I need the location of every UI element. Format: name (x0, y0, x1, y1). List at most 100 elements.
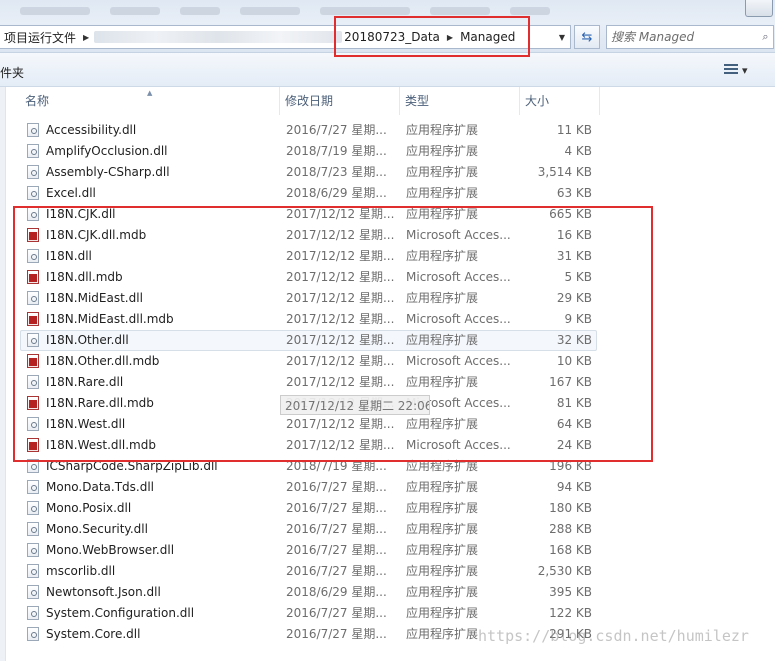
file-type: 应用程序扩展 (406, 543, 479, 557)
file-row[interactable]: Accessibility.dll 2016/7/27 星期... 应用程序扩展 11… (0, 120, 775, 141)
blurred-title-text (110, 7, 160, 15)
file-row[interactable]: Mono.Security.dll 2016/7/27 星期... 应用程序扩展 28… (0, 519, 775, 540)
column-header-size[interactable]: 大小 (520, 87, 600, 115)
file-date: 2018/7/23 星期... (286, 165, 387, 179)
refresh-icon: ⇆ (581, 29, 593, 45)
refresh-button[interactable]: ⇆ (574, 25, 600, 49)
file-row[interactable]: Mono.Posix.dll 2016/7/27 星期... 应用程序扩展 180 K… (0, 498, 775, 519)
column-header-date[interactable]: 修改日期 (280, 87, 400, 115)
file-size: 3,514 KB (537, 165, 592, 179)
file-name: System.Core.dll (46, 627, 141, 641)
breadcrumb-item[interactable]: 项目运行文件 (0, 29, 80, 46)
view-list-icon (724, 64, 738, 76)
file-row[interactable]: System.Configuration.dll 2016/7/27 星期... 应… (0, 603, 775, 624)
file-row[interactable]: I18N.Other.dll.mdb 2017/12/12 星期... Micros… (0, 351, 775, 372)
view-options-button[interactable]: ▾ (724, 62, 762, 78)
file-row[interactable]: Newtonsoft.Json.dll 2018/6/29 星期... 应用程序扩展… (0, 582, 775, 603)
dll-file-icon (27, 375, 41, 390)
file-name: I18N.West.dll (46, 417, 126, 431)
dll-file-icon (27, 249, 41, 264)
breadcrumb-current[interactable]: Managed (456, 30, 519, 44)
file-date: 2018/7/19 星期... (286, 144, 387, 158)
file-type: 应用程序扩展 (406, 585, 479, 599)
file-type: Microsoft Acces... (406, 228, 511, 242)
watermark: https://blog.csdn.net/humilezr (478, 627, 749, 645)
file-row[interactable]: I18N.West.dll.mdb 2017/12/12 星期... Microso… (0, 435, 775, 456)
access-file-icon (27, 354, 41, 369)
file-date: 2018/7/19 星期... (286, 459, 387, 473)
window-title-strip (0, 0, 775, 22)
file-name: I18N.Other.dll.mdb (46, 354, 160, 368)
file-row[interactable]: Excel.dll 2018/6/29 星期... 应用程序扩展 63 KB (0, 183, 775, 204)
breadcrumb-item[interactable]: 20180723_Data (344, 30, 444, 44)
access-file-icon (27, 228, 41, 243)
file-name: ICSharpCode.SharpZipLib.dll (46, 459, 218, 473)
file-row[interactable]: I18N.Rare.dll 2017/12/12 星期... 应用程序扩展 167 K… (0, 372, 775, 393)
file-name: I18N.dll.mdb (46, 270, 123, 284)
chevron-down-icon: ▾ (742, 63, 748, 77)
dll-file-icon (27, 564, 41, 579)
file-type: Microsoft Acces... (406, 354, 511, 368)
file-row[interactable]: I18N.dll 2017/12/12 星期... 应用程序扩展 31 KB (0, 246, 775, 267)
file-name: I18N.Other.dll (46, 333, 129, 347)
breadcrumb-arrow-icon[interactable]: ▶ (80, 33, 92, 42)
file-row[interactable]: AmplifyOcclusion.dll 2018/7/19 星期... 应用程序扩… (0, 141, 775, 162)
breadcrumb-arrow-icon[interactable]: ▶ (444, 33, 456, 42)
file-name: I18N.Rare.dll (46, 375, 124, 389)
file-type: 应用程序扩展 (406, 480, 479, 494)
file-type: 应用程序扩展 (406, 144, 479, 158)
search-box[interactable]: ⌕ (606, 25, 774, 49)
file-row[interactable]: I18N.MidEast.dll 2017/12/12 星期... 应用程序扩展 29… (0, 288, 775, 309)
file-date: 2016/7/27 星期... (286, 606, 387, 620)
file-size: 395 KB (549, 585, 592, 599)
search-icon[interactable]: ⌕ (755, 30, 773, 44)
file-name: Mono.WebBrowser.dll (46, 543, 175, 557)
file-row[interactable]: I18N.MidEast.dll.mdb 2017/12/12 星期... Micr… (0, 309, 775, 330)
dll-file-icon (27, 333, 41, 348)
file-size: 2,530 KB (537, 564, 592, 578)
window-close-button[interactable] (745, 0, 773, 17)
file-row[interactable]: I18N.West.dll 2017/12/12 星期... 应用程序扩展 64 KB (0, 414, 775, 435)
file-row[interactable]: ICSharpCode.SharpZipLib.dll 2018/7/19 星期.… (0, 456, 775, 477)
file-row[interactable]: I18N.CJK.dll.mdb 2017/12/12 星期... Microsof… (0, 225, 775, 246)
file-name: Mono.Security.dll (46, 522, 148, 536)
file-name: Newtonsoft.Json.dll (46, 585, 161, 599)
file-date: 2017/12/12 星期... (286, 249, 394, 263)
file-size: 665 KB (549, 207, 592, 221)
file-type: 应用程序扩展 (406, 165, 479, 179)
file-size: 288 KB (549, 522, 592, 536)
dll-file-icon (27, 459, 41, 474)
blurred-breadcrumb (94, 31, 343, 43)
access-file-icon (27, 438, 41, 453)
dll-file-icon (27, 501, 41, 516)
file-name: mscorlib.dll (46, 564, 116, 578)
file-type: 应用程序扩展 (406, 186, 479, 200)
file-size: 4 KB (564, 144, 592, 158)
file-date: 2017/12/12 星期... (286, 417, 394, 431)
dll-file-icon (27, 585, 41, 600)
file-name: Excel.dll (46, 186, 96, 200)
file-row[interactable]: Mono.WebBrowser.dll 2016/7/27 星期... 应用程序扩展… (0, 540, 775, 561)
file-row[interactable]: I18N.CJK.dll 2017/12/12 星期... 应用程序扩展 665 KB (0, 204, 775, 225)
search-input[interactable] (607, 28, 755, 46)
file-row[interactable]: I18N.Other.dll 2017/12/12 星期... 应用程序扩展 32 K… (0, 330, 775, 351)
file-name: I18N.dll (46, 249, 92, 263)
column-header-type[interactable]: 类型 (400, 87, 520, 115)
file-row[interactable]: I18N.dll.mdb 2017/12/12 星期... Microsoft Ac… (0, 267, 775, 288)
file-size: 94 KB (556, 480, 592, 494)
file-name: I18N.Rare.dll.mdb (46, 396, 154, 410)
file-row[interactable]: mscorlib.dll 2016/7/27 星期... 应用程序扩展 2,530 K… (0, 561, 775, 582)
file-date: 2016/7/27 星期... (286, 123, 387, 137)
file-name: Accessibility.dll (46, 123, 137, 137)
file-size: 180 KB (549, 501, 592, 515)
file-row[interactable]: Mono.Data.Tds.dll 2016/7/27 星期... 应用程序扩展 94… (0, 477, 775, 498)
file-row[interactable]: Assembly-CSharp.dll 2018/7/23 星期... 应用程序扩展… (0, 162, 775, 183)
dll-file-icon (27, 606, 41, 621)
address-dropdown-icon[interactable]: ▼ (554, 26, 570, 48)
address-bar[interactable]: 项目运行文件 ▶ 20180723_Data ▶ Managed ▼ (0, 25, 571, 49)
file-date: 2016/7/27 星期... (286, 501, 387, 515)
file-size: 196 KB (549, 459, 592, 473)
command-bar: 件夹 ▾ (0, 53, 775, 87)
new-folder-button[interactable]: 件夹 (0, 64, 24, 81)
file-size: 63 KB (556, 186, 592, 200)
